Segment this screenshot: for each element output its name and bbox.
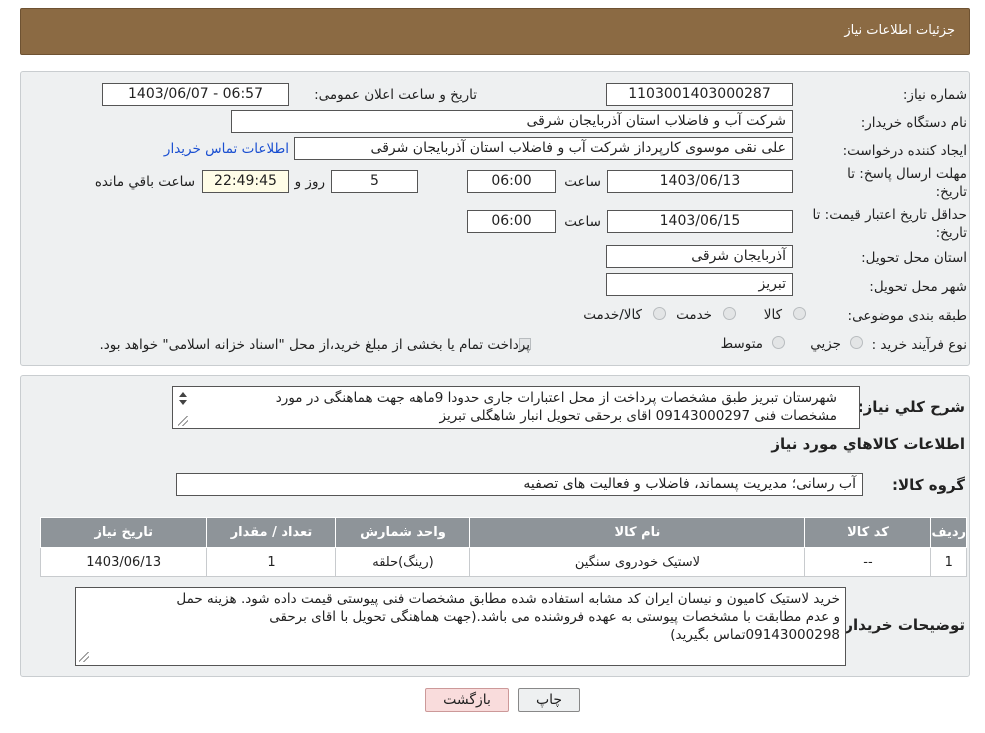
deadline-label-line1: مهلت ارسال پاسخ: تا xyxy=(847,166,967,182)
buyer-contact-link[interactable]: اطلاعات تماس خریدار xyxy=(164,141,289,157)
description-scrollbar[interactable] xyxy=(175,389,191,426)
announce-datetime-field: 1403/06/07 - 06:57 xyxy=(102,83,289,106)
remaining-label: ساعت باقي مانده xyxy=(94,174,195,190)
goods-group-label: گروه کالا: xyxy=(892,476,965,494)
validity-label-line2: تاریخ: xyxy=(935,225,967,241)
purchase-type-option-minor: جزیي xyxy=(810,336,841,352)
category-label: طبقه بندی موضوعی: xyxy=(847,308,967,324)
buyer-notes-line-1: خرید لاستیک کامیون و نیسان ایران کد مشاب… xyxy=(176,591,840,607)
buyer-notes-label: توضیحات خریدار: xyxy=(838,616,965,634)
buyer-org-label: نام دستگاه خریدار: xyxy=(860,115,967,131)
city-field: تبریز xyxy=(606,273,793,296)
item-need-date: 1403/06/13 xyxy=(39,547,208,577)
validity-date-field: 1403/06/15 xyxy=(607,210,793,233)
province-field: آذربایجان شرقی xyxy=(606,245,793,268)
item-name: لاستیک خودروی سنگین xyxy=(469,547,806,577)
need-number-field: 1103001403000287 xyxy=(606,83,793,106)
goods-table: ردیف کد کالا نام کالا واحد شمارش تعداد /… xyxy=(39,517,967,577)
print-button[interactable]: چاپ xyxy=(518,688,580,712)
category-radio-goods-service[interactable] xyxy=(653,307,666,320)
need-number-label: شماره نیاز: xyxy=(902,87,967,103)
goods-info-title: اطلاعات کالاهاي مورد نياز xyxy=(771,435,965,453)
col-quantity: تعداد / مقدار xyxy=(206,517,337,548)
buyer-org-field: شرکت آب و فاضلاب استان آذربایجان شرقی xyxy=(231,110,793,133)
category-option-goods: کالا xyxy=(763,307,782,323)
table-row: 1 -- لاستیک خودروی سنگین (رینگ)حلقه 1 14… xyxy=(39,547,967,577)
buyer-notes-line-2: و عدم مطابقت با مشخصات پیوستی به عهده فر… xyxy=(269,609,840,625)
description-label: شرح کلي نياز: xyxy=(857,398,965,416)
purchase-type-option-medium: متوسط xyxy=(720,336,763,352)
validity-time-label: ساعت xyxy=(564,214,601,230)
creator-label: ایجاد کننده درخواست: xyxy=(842,143,967,159)
purchase-type-radio-minor[interactable] xyxy=(850,336,863,349)
col-need-date: تاریخ نیاز xyxy=(39,517,208,548)
remaining-time-field: 22:49:45 xyxy=(202,170,289,193)
goods-group-field: آب رسانی؛ مدیریت پسماند، فاضلاب و فعالیت… xyxy=(176,473,863,496)
description-line-2: مشخصات فنی 09143000297 اقای برحقی تحویل … xyxy=(439,408,838,424)
col-row: ردیف xyxy=(930,517,967,548)
scroll-down-icon[interactable] xyxy=(179,400,187,405)
item-code: -- xyxy=(804,547,932,577)
province-label: استان محل تحویل: xyxy=(861,250,967,266)
resize-grip-icon[interactable] xyxy=(79,652,89,662)
days-label: روز و xyxy=(294,174,325,190)
row-number: 1 xyxy=(930,547,967,577)
col-unit: واحد شمارش xyxy=(335,517,471,548)
back-button[interactable]: بازگشت xyxy=(425,688,509,712)
category-option-goods-service: کالا/خدمت xyxy=(583,307,642,323)
creator-field: علی نقی موسوی کارپرداز شرکت آب و فاضلاب … xyxy=(294,137,793,160)
col-name: نام کالا xyxy=(469,517,806,548)
deadline-time-label: ساعت xyxy=(564,174,601,190)
city-label: شهر محل تحویل: xyxy=(869,279,967,295)
page-header: جزئیات اطلاعات نیاز xyxy=(20,8,970,55)
description-line-1: شهرستان تبریز طبق مشخصات پرداخت از محل ا… xyxy=(275,390,837,406)
deadline-label-line2: تاریخ: xyxy=(935,184,967,200)
category-radio-goods[interactable] xyxy=(793,307,806,320)
announce-datetime-label: تاریخ و ساعت اعلان عمومی: xyxy=(314,87,477,103)
description-textarea[interactable]: شهرستان تبریز طبق مشخصات پرداخت از محل ا… xyxy=(172,386,860,429)
item-unit: (رینگ)حلقه xyxy=(335,547,471,577)
resize-grip-icon[interactable] xyxy=(178,416,188,426)
category-option-service: خدمت xyxy=(676,307,712,323)
purchase-type-radio-medium[interactable] xyxy=(772,336,785,349)
deadline-date-field: 1403/06/13 xyxy=(607,170,793,193)
category-radio-service[interactable] xyxy=(723,307,736,320)
purchase-note: پرداخت تمام یا بخشی از مبلغ خرید،از محل … xyxy=(99,337,530,353)
buyer-notes-textarea[interactable]: خرید لاستیک کامیون و نیسان ایران کد مشاب… xyxy=(75,587,846,666)
goods-table-header: ردیف کد کالا نام کالا واحد شمارش تعداد /… xyxy=(39,517,967,548)
validity-label-line1: حداقل تاریخ اعتبار قیمت: تا xyxy=(812,207,967,223)
col-code: کد کالا xyxy=(804,517,932,548)
buyer-notes-line-3: 09143000298تماس بگیرید) xyxy=(670,627,840,643)
item-quantity: 1 xyxy=(206,547,337,577)
scroll-up-icon[interactable] xyxy=(179,392,187,397)
page-title: جزئیات اطلاعات نیاز xyxy=(844,23,955,38)
purchase-type-label: نوع فرآیند خرید : xyxy=(871,337,967,353)
validity-time-field: 06:00 xyxy=(467,210,556,233)
remaining-days-field: 5 xyxy=(331,170,418,193)
deadline-time-field: 06:00 xyxy=(467,170,556,193)
